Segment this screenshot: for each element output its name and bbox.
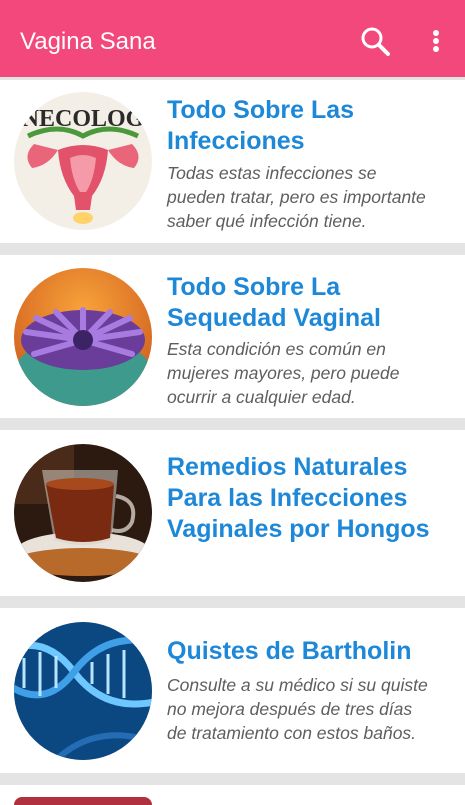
title-line: Todo Sobre Las (167, 96, 355, 124)
desc-line: pueden tratar, pero es importante (167, 187, 426, 207)
article-thumbnail: NECOLOG (14, 92, 152, 230)
title-line: Quistes de Bartholin (167, 637, 412, 665)
article-card[interactable] (0, 785, 465, 805)
article-card[interactable]: NECOLOG Todo Sobre Las Infecciones Todas… (0, 80, 465, 243)
desc-line: Consulte a su médico si su quiste (167, 675, 428, 695)
search-button[interactable] (356, 22, 396, 62)
article-thumbnail (14, 268, 152, 406)
title-line: Todo Sobre La (167, 273, 341, 301)
app-bar: Vagina Sana (0, 0, 465, 77)
article-title: Todo Sobre Las Infecciones (167, 95, 457, 157)
title-line: Remedios Naturales (167, 453, 408, 481)
thumbnail-lettering: NECOLOG (22, 106, 145, 132)
overflow-menu-button[interactable] (420, 22, 452, 62)
desc-line: no mejora después de tres días (167, 699, 413, 719)
article-title: Quistes de Bartholin (167, 636, 462, 667)
desc-line: Todas estas infecciones se (167, 163, 377, 183)
title-line: Vaginales por Hongos (167, 515, 430, 543)
article-description: Todas estas infecciones se pueden tratar… (167, 161, 459, 233)
article-title: Todo Sobre La Sequedad Vaginal (167, 272, 457, 334)
article-thumbnail (14, 622, 152, 760)
title-line: Infecciones (167, 127, 305, 155)
article-thumbnail (14, 444, 152, 582)
article-description: Esta condición es común en mujeres mayor… (167, 337, 459, 409)
article-card[interactable]: Todo Sobre La Sequedad Vaginal Esta cond… (0, 255, 465, 418)
desc-line: de tratamiento con estos baños. (167, 723, 417, 743)
app-title: Vagina Sana (20, 28, 156, 55)
desc-line: ocurrir a cualquier edad. (167, 387, 356, 407)
desc-line: Esta condición es común en (167, 339, 386, 359)
title-line: Sequedad Vaginal (167, 304, 381, 332)
article-title: Remedios Naturales Para las Infecciones … (167, 452, 462, 545)
desc-line: saber qué infección tiene. (167, 211, 367, 231)
title-line: Para las Infecciones (167, 484, 408, 512)
search-icon (361, 27, 390, 56)
article-description: Consulte a su médico si su quiste no mej… (167, 673, 462, 745)
article-card[interactable]: Quistes de Bartholin Consulte a su médic… (0, 608, 465, 773)
article-thumbnail (14, 797, 152, 805)
more-vert-icon (433, 30, 439, 52)
desc-line: mujeres mayores, pero puede (167, 363, 400, 383)
article-card[interactable]: Remedios Naturales Para las Infecciones … (0, 430, 465, 596)
